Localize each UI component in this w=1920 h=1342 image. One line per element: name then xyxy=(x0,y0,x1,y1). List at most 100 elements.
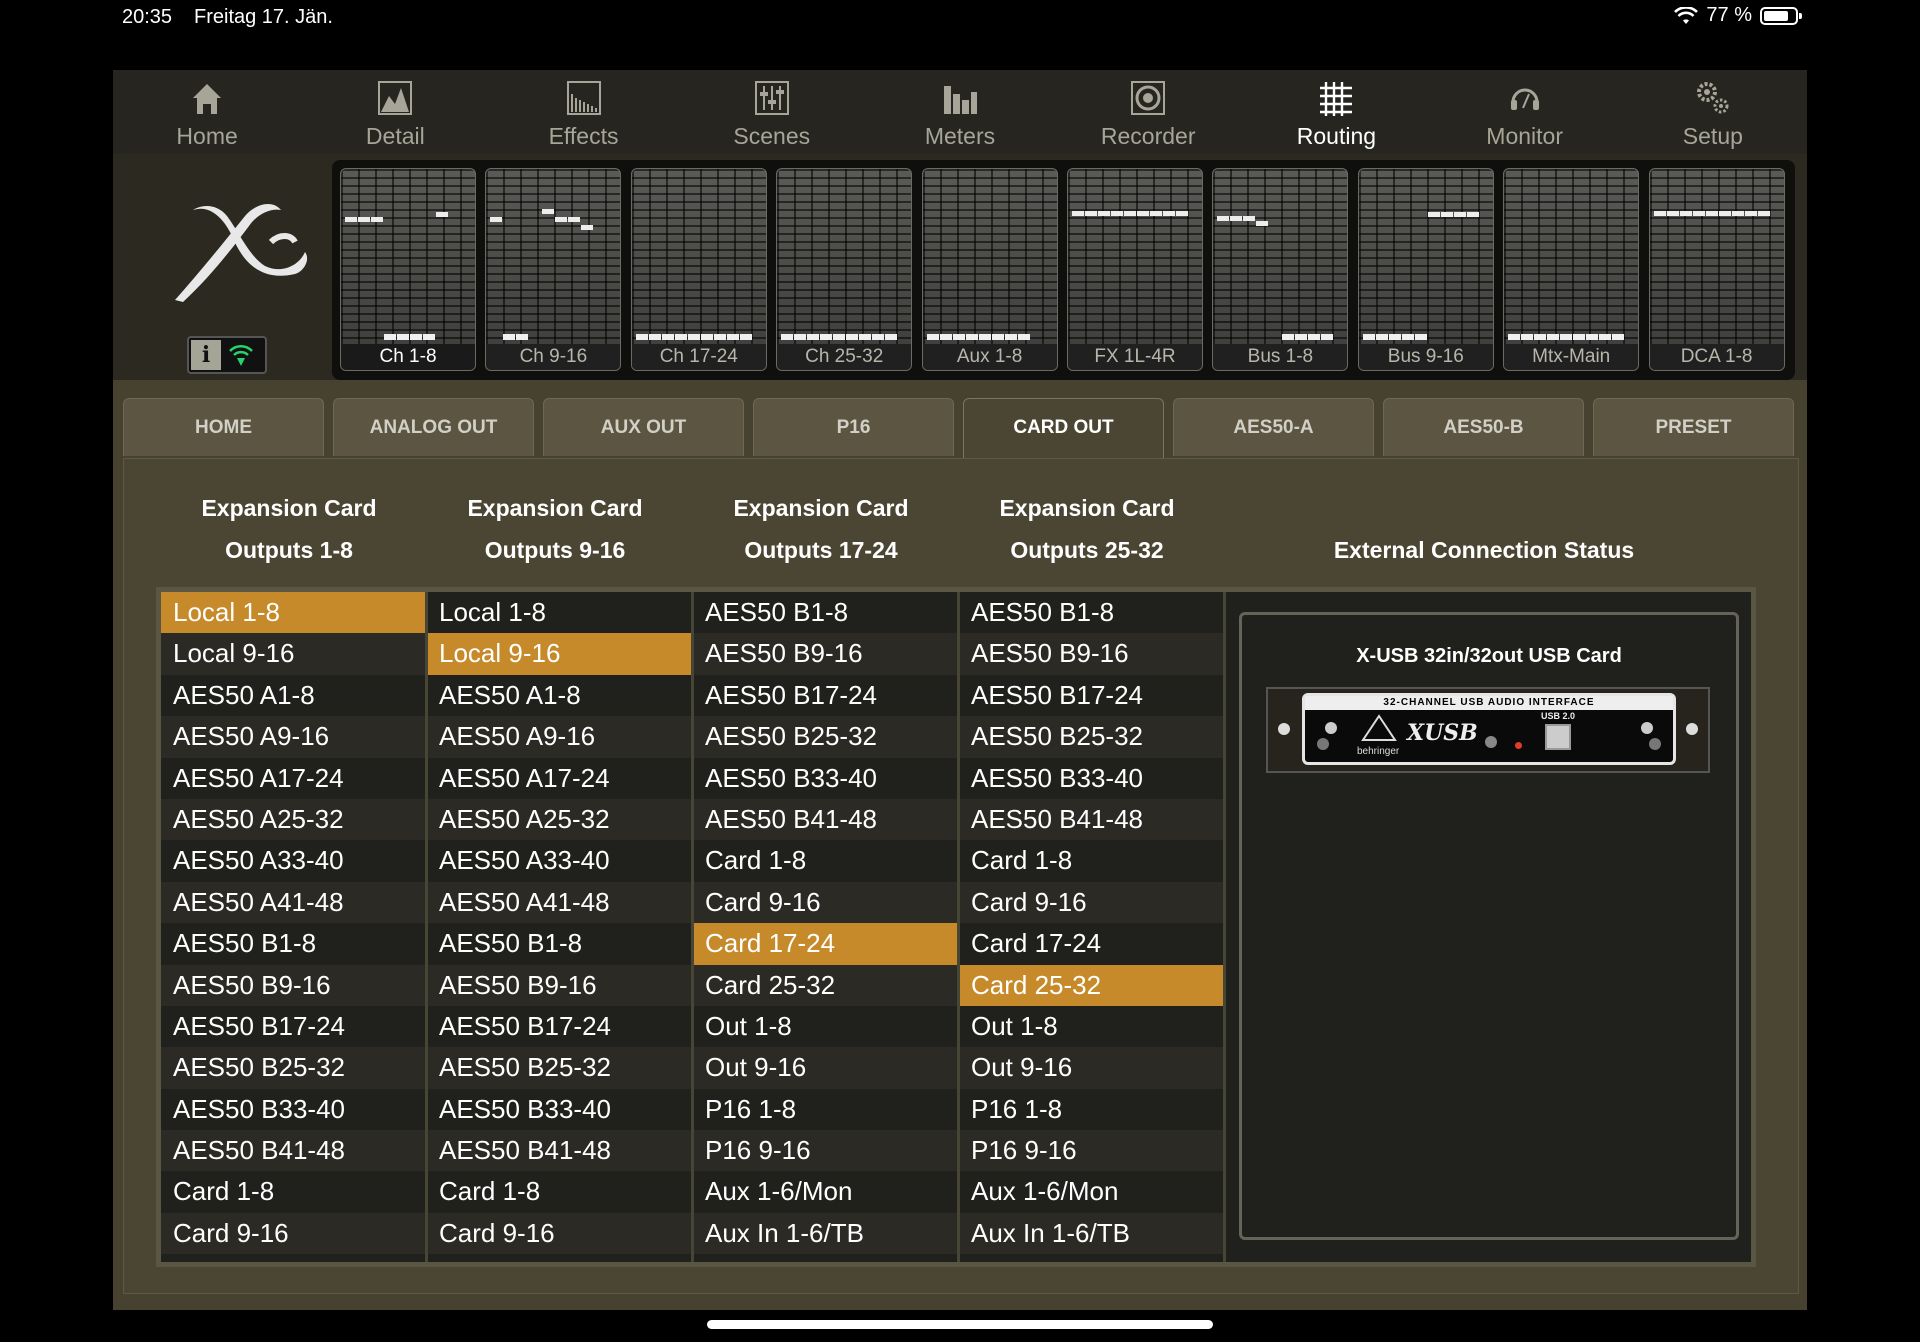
list-item[interactable]: AES50 A1-8 xyxy=(161,674,425,717)
setup-icon xyxy=(1693,82,1733,122)
list-item[interactable]: Local 1-8 xyxy=(161,592,425,634)
list-item[interactable]: Card 9-16 xyxy=(427,1212,691,1255)
list-item[interactable]: AES50 B9-16 xyxy=(427,964,691,1006)
tab-analog-out[interactable]: ANALOG OUT xyxy=(333,398,534,456)
list-item[interactable]: AES50 B41-48 xyxy=(427,1130,691,1172)
list-item[interactable]: AES50 B33-40 xyxy=(693,757,957,799)
list-item[interactable]: P16 1-8 xyxy=(959,1088,1223,1131)
strip-ch-25-32[interactable]: Ch 25-32 xyxy=(776,168,913,371)
list-item[interactable]: AES50 A1-8 xyxy=(427,674,691,717)
list-item[interactable]: AES50 B33-40 xyxy=(161,1088,425,1131)
strip-ch-1-8[interactable]: Ch 1-8 xyxy=(340,168,476,371)
list-item[interactable]: P16 9-16 xyxy=(693,1130,957,1172)
tab-aes50-b[interactable]: AES50-B xyxy=(1383,398,1584,456)
list-item[interactable]: Aux In 1-6/TB xyxy=(693,1212,957,1255)
list-item[interactable]: AES50 A33-40 xyxy=(161,840,425,882)
info-button[interactable]: i xyxy=(191,340,221,370)
list-item[interactable]: AES50 B25-32 xyxy=(693,716,957,758)
strip-bus-1-8[interactable]: Bus 1-8 xyxy=(1212,168,1349,371)
list-item[interactable]: Card 1-8 xyxy=(693,840,957,882)
list-item[interactable]: AES50 B1-8 xyxy=(693,592,957,634)
strip-dca-1-8[interactable]: DCA 1-8 xyxy=(1648,168,1785,371)
list-item[interactable]: AES50 B41-48 xyxy=(959,798,1223,841)
list-item[interactable]: Card 17-24 xyxy=(693,923,957,965)
meter-segment xyxy=(833,334,846,340)
list-item[interactable]: AES50 B25-32 xyxy=(161,1047,425,1089)
list-item[interactable]: AES50 B33-40 xyxy=(959,757,1223,799)
list-item[interactable]: Local 9-16 xyxy=(427,633,691,675)
list-item[interactable]: Local 1-8 xyxy=(427,592,691,634)
list-item[interactable]: AES50 B1-8 xyxy=(427,923,691,965)
list-item[interactable]: Card 9-16 xyxy=(693,881,957,924)
tab-home[interactable]: HOME xyxy=(123,398,324,456)
strip-ch-17-24[interactable]: Ch 17-24 xyxy=(630,168,767,371)
list-item[interactable]: AES50 B17-24 xyxy=(693,674,957,717)
nav-effects[interactable]: Effects xyxy=(489,70,677,154)
list-item[interactable]: Card 1-8 xyxy=(161,1171,425,1213)
list-item[interactable]: AES50 B17-24 xyxy=(427,1005,691,1048)
home-icon xyxy=(187,84,227,122)
meter-segment xyxy=(807,334,820,340)
strip-bus-9-16[interactable]: Bus 9-16 xyxy=(1357,168,1494,371)
list-item[interactable]: Aux 1-6/Mon xyxy=(959,1171,1223,1213)
tab-p16[interactable]: P16 xyxy=(753,398,954,456)
list-item[interactable]: Card 25-32 xyxy=(959,964,1223,1006)
list-item[interactable]: AES50 B1-8 xyxy=(161,923,425,965)
routing-list-3: AES50 B1-8 AES50 B9-16 AES50 B17-24 AES50 B… xyxy=(693,592,957,1255)
list-item[interactable]: Card 9-16 xyxy=(959,881,1223,924)
list-item[interactable]: Out 9-16 xyxy=(693,1047,957,1089)
list-item[interactable]: AES50 B33-40 xyxy=(427,1088,691,1131)
list-item[interactable]: Card 1-8 xyxy=(959,840,1223,882)
tab-aux-out[interactable]: AUX OUT xyxy=(543,398,744,456)
list-item[interactable]: Out 1-8 xyxy=(959,1005,1223,1048)
list-item[interactable]: AES50 B1-8 xyxy=(959,592,1223,634)
list-item[interactable]: AES50 A41-48 xyxy=(427,881,691,924)
nav-home[interactable]: Home xyxy=(113,70,301,154)
list-item[interactable]: Card 25-32 xyxy=(693,964,957,1006)
nav-detail[interactable]: Detail xyxy=(301,70,489,154)
nav-routing[interactable]: Routing xyxy=(1242,70,1430,154)
list-item[interactable]: AES50 B9-16 xyxy=(959,633,1223,675)
strip-fx-1l-4r[interactable]: FX 1L-4R xyxy=(1067,168,1203,371)
list-item[interactable]: AES50 B25-32 xyxy=(427,1047,691,1089)
list-item[interactable]: AES50 A25-32 xyxy=(427,798,691,841)
nav-scenes[interactable]: Scenes xyxy=(678,70,866,154)
list-item[interactable]: AES50 A9-16 xyxy=(161,716,425,758)
list-item[interactable]: Out 1-8 xyxy=(693,1005,957,1048)
list-item[interactable]: Out 9-16 xyxy=(959,1047,1223,1089)
list-item[interactable]: AES50 A33-40 xyxy=(427,840,691,882)
list-item[interactable]: Aux In 1-6/TB xyxy=(959,1212,1223,1255)
nav-setup[interactable]: Setup xyxy=(1619,70,1807,154)
strip-mtx-main[interactable]: Mtx-Main xyxy=(1503,168,1640,371)
nav-monitor[interactable]: Monitor xyxy=(1431,70,1619,154)
list-item[interactable]: AES50 A17-24 xyxy=(427,757,691,799)
list-item[interactable]: AES50 A25-32 xyxy=(161,798,425,841)
list-item[interactable]: AES50 A17-24 xyxy=(161,757,425,799)
list-item[interactable]: AES50 B9-16 xyxy=(693,633,957,675)
list-item[interactable]: Card 17-24 xyxy=(959,923,1223,965)
list-item[interactable]: Local 9-16 xyxy=(161,633,425,675)
list-item[interactable]: AES50 B9-16 xyxy=(161,964,425,1006)
list-item[interactable]: P16 1-8 xyxy=(693,1088,957,1131)
list-item[interactable]: AES50 B17-24 xyxy=(161,1005,425,1048)
list-item[interactable]: AES50 B17-24 xyxy=(959,674,1223,717)
strip-aux-1-8[interactable]: Aux 1-8 xyxy=(921,168,1058,371)
list-item[interactable]: AES50 B41-48 xyxy=(161,1130,425,1172)
home-indicator[interactable] xyxy=(707,1320,1213,1329)
strip-ch-9-16[interactable]: Ch 9-16 xyxy=(485,168,622,371)
tab-preset[interactable]: PRESET xyxy=(1593,398,1794,456)
list-item[interactable]: Aux 1-6/Mon xyxy=(693,1171,957,1213)
nav-recorder[interactable]: Recorder xyxy=(1054,70,1242,154)
list-item[interactable]: AES50 A41-48 xyxy=(161,881,425,924)
list-item[interactable]: AES50 B41-48 xyxy=(693,798,957,841)
tab-card-out[interactable]: CARD OUT xyxy=(963,398,1164,460)
info-wifi-box[interactable]: i xyxy=(187,336,267,374)
list-item[interactable]: AES50 B25-32 xyxy=(959,716,1223,758)
nav-meters[interactable]: Meters xyxy=(866,70,1054,154)
list-item[interactable]: Card 9-16 xyxy=(161,1212,425,1255)
list-item[interactable]: P16 9-16 xyxy=(959,1130,1223,1172)
list-item[interactable]: Card 1-8 xyxy=(427,1171,691,1213)
usb-card-image: 32-CHANNEL USB AUDIO INTERFACE behringer… xyxy=(1266,687,1710,773)
tab-aes50-a[interactable]: AES50-A xyxy=(1173,398,1374,456)
list-item[interactable]: AES50 A9-16 xyxy=(427,716,691,758)
